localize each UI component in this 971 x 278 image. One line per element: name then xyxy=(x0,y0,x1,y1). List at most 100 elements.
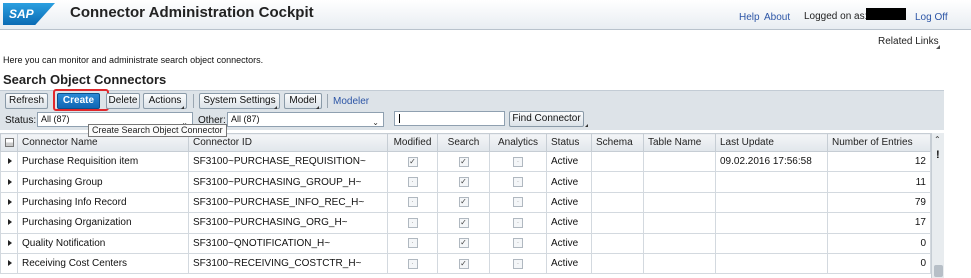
table-row[interactable]: Quality Notification SF3100~QNOTIFICATION… xyxy=(0,232,931,254)
connector-name-cell[interactable]: Purchase Requisition item xyxy=(17,150,189,173)
analytics-cell[interactable]: · xyxy=(489,232,547,254)
refresh-button[interactable]: Refresh xyxy=(5,93,48,109)
col-number-of-entries[interactable]: Number of Entries xyxy=(827,133,931,152)
check-icon[interactable]: ✓ xyxy=(458,156,469,167)
modeler-link[interactable]: Modeler xyxy=(333,96,369,107)
vertical-scrollbar[interactable]: ⌃ ! xyxy=(931,133,944,278)
checkbox-icon[interactable]: · xyxy=(513,258,523,269)
delete-button[interactable]: Delete xyxy=(106,93,140,109)
log-off-link[interactable]: Log Off xyxy=(915,12,948,23)
table-row[interactable]: Receiving Cost Centers SF3100~RECEIVING_C… xyxy=(0,252,931,275)
chevron-down-icon: ⌄ xyxy=(372,118,379,127)
row-expand-cell[interactable] xyxy=(0,150,18,173)
search-cell[interactable]: ✓ xyxy=(437,150,490,173)
checkbox-icon[interactable]: · xyxy=(513,217,523,228)
checkbox-icon[interactable]: · xyxy=(407,217,418,228)
connector-name-cell[interactable]: Receiving Cost Centers xyxy=(17,252,189,275)
check-icon[interactable]: ✓ xyxy=(458,238,469,249)
connector-id-cell: SF3100~PURCHASING_GROUP_H~ xyxy=(188,171,388,193)
row-expand-cell[interactable] xyxy=(0,191,18,214)
row-expand-cell[interactable] xyxy=(0,212,18,234)
schema-cell xyxy=(591,212,644,234)
analytics-cell[interactable]: · xyxy=(489,191,547,214)
checkbox-icon[interactable]: · xyxy=(513,176,523,187)
triangle-right-icon[interactable] xyxy=(8,219,12,226)
analytics-cell[interactable]: · xyxy=(489,252,547,275)
table-settings-icon[interactable] xyxy=(4,137,14,147)
search-cell[interactable]: ✓ xyxy=(437,232,490,254)
connector-name-cell[interactable]: Purchasing Group xyxy=(17,171,189,193)
search-cell[interactable]: ✓ xyxy=(437,191,490,214)
help-link[interactable]: Help xyxy=(739,12,760,23)
last-update-cell xyxy=(715,171,828,193)
check-icon[interactable]: ✓ xyxy=(458,217,469,228)
check-icon[interactable]: ✓ xyxy=(458,176,469,187)
related-links-dropdown-icon[interactable] xyxy=(936,41,940,49)
about-link[interactable]: About xyxy=(764,12,790,23)
select-all-cell[interactable] xyxy=(0,133,18,152)
triangle-right-icon[interactable] xyxy=(8,178,12,185)
checkbox-icon[interactable]: · xyxy=(407,258,418,269)
analytics-cell[interactable]: · xyxy=(489,150,547,173)
modified-cell[interactable]: · xyxy=(387,232,438,254)
col-last-update[interactable]: Last Update xyxy=(715,133,828,152)
checkbox-icon[interactable]: · xyxy=(513,197,523,208)
checkbox-icon[interactable]: · xyxy=(407,197,418,208)
modified-cell[interactable]: · xyxy=(387,191,438,214)
checkbox-icon[interactable]: · xyxy=(513,238,523,249)
col-search[interactable]: Search xyxy=(437,133,490,152)
create-highlight xyxy=(53,89,109,111)
col-status[interactable]: Status xyxy=(546,133,592,152)
col-analytics[interactable]: Analytics xyxy=(489,133,547,152)
modified-cell[interactable]: · xyxy=(387,171,438,193)
page-root: SAP Connector Administration Cockpit Hel… xyxy=(0,0,971,278)
check-icon[interactable]: ✓ xyxy=(407,156,418,167)
last-update-cell xyxy=(715,191,828,214)
app-header: SAP Connector Administration Cockpit Hel… xyxy=(0,0,971,30)
search-input[interactable] xyxy=(394,111,505,126)
col-table-name[interactable]: Table Name xyxy=(643,133,716,152)
entries-cell: 0 xyxy=(827,252,931,275)
checkbox-icon[interactable]: · xyxy=(407,176,418,187)
model-dropdown-icon xyxy=(316,103,319,109)
system-settings-button[interactable]: System Settings xyxy=(199,93,280,109)
search-cell[interactable]: ✓ xyxy=(437,171,490,193)
checkbox-icon[interactable]: · xyxy=(407,238,418,249)
analytics-cell[interactable]: · xyxy=(489,171,547,193)
table-row[interactable]: Purchasing Group SF3100~PURCHASING_GROUP_… xyxy=(0,171,931,193)
schema-cell xyxy=(591,150,644,173)
status-label: Status: xyxy=(5,115,37,126)
table-row[interactable]: Purchase Requisition item SF3100~PURCHASE… xyxy=(0,150,931,173)
table-row[interactable]: Purchasing Organization SF3100~PURCHASING… xyxy=(0,212,931,234)
connector-name-cell[interactable]: Purchasing Organization xyxy=(17,212,189,234)
status-cell: Active xyxy=(546,191,592,214)
search-cell[interactable]: ✓ xyxy=(437,212,490,234)
related-links[interactable]: Related Links xyxy=(878,36,939,47)
find-connector-button[interactable]: Find Connector xyxy=(509,111,584,127)
triangle-right-icon[interactable] xyxy=(8,158,12,165)
search-cell[interactable]: ✓ xyxy=(437,252,490,275)
check-icon[interactable]: ✓ xyxy=(458,258,469,269)
last-update-cell xyxy=(715,252,828,275)
triangle-right-icon[interactable] xyxy=(8,198,12,205)
col-schema[interactable]: Schema xyxy=(591,133,644,152)
scroll-thumb[interactable] xyxy=(934,265,943,277)
modified-cell[interactable]: · xyxy=(387,212,438,234)
modified-cell[interactable]: ✓ xyxy=(387,150,438,173)
connector-name-cell[interactable]: Quality Notification xyxy=(17,232,189,254)
connector-name-cell[interactable]: Purchasing Info Record xyxy=(17,191,189,214)
row-expand-cell[interactable] xyxy=(0,171,18,193)
col-modified[interactable]: Modified xyxy=(387,133,438,152)
scroll-up-icon[interactable]: ⌃ xyxy=(934,135,941,144)
entries-cell: 79 xyxy=(827,191,931,214)
table-row[interactable]: Purchasing Info Record SF3100~PURCHASE_IN… xyxy=(0,191,931,214)
modified-cell[interactable]: · xyxy=(387,252,438,275)
other-select[interactable]: All (87) ⌄ xyxy=(227,112,384,127)
triangle-right-icon[interactable] xyxy=(8,239,12,246)
row-expand-cell[interactable] xyxy=(0,232,18,254)
analytics-cell[interactable]: · xyxy=(489,212,547,234)
triangle-right-icon[interactable] xyxy=(8,260,12,267)
row-expand-cell[interactable] xyxy=(0,252,18,275)
check-icon[interactable]: ✓ xyxy=(458,197,469,208)
checkbox-icon[interactable]: · xyxy=(513,156,523,167)
